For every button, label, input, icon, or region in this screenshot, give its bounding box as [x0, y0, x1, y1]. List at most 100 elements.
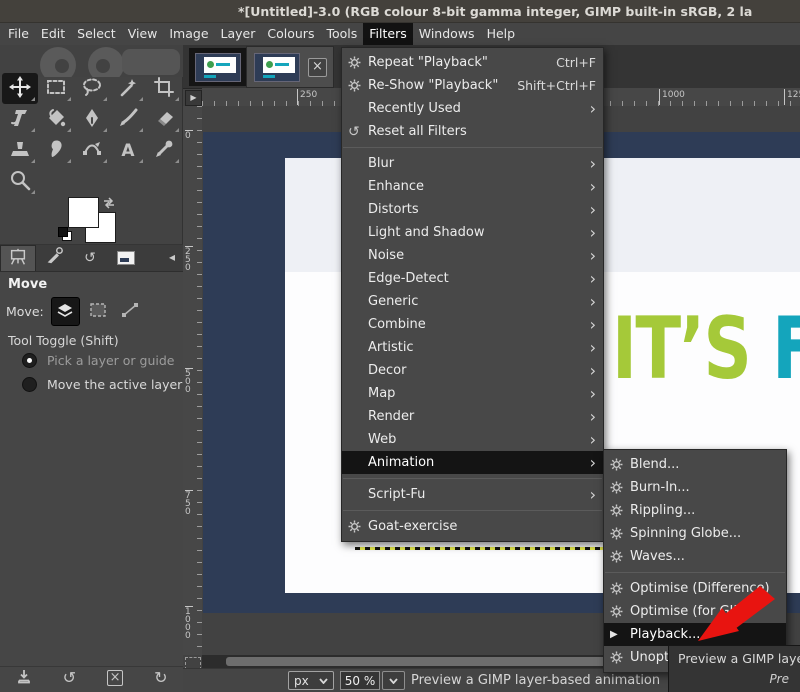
menu-select[interactable]: Select: [71, 23, 122, 45]
move-layer-button[interactable]: [51, 297, 80, 326]
menu-item-script-fu[interactable]: Script-Fu›: [342, 483, 603, 506]
tool-eraser-button[interactable]: [146, 104, 182, 135]
zoom-level-field[interactable]: 50 %: [340, 671, 380, 690]
tab-image-thumbnail[interactable]: [108, 245, 144, 271]
submenu-item-playback[interactable]: ▶ Playback...: [604, 623, 786, 646]
move-path-button[interactable]: [117, 298, 144, 325]
menu-item-reshow[interactable]: Re-Show "Playback" Shift+Ctrl+F: [342, 74, 603, 97]
menu-item-artistic[interactable]: Artistic›: [342, 336, 603, 359]
menu-item-combine[interactable]: Combine›: [342, 313, 603, 336]
move-selection-button[interactable]: [85, 298, 112, 325]
tool-shear-button[interactable]: [2, 104, 38, 135]
menu-item-noise[interactable]: Noise›: [342, 244, 603, 267]
submenu-item-optimise-gif[interactable]: Optimise (for GIF): [604, 600, 786, 623]
image-tab-1[interactable]: [189, 48, 246, 86]
paths-icon: [81, 138, 103, 164]
tool-fuzzy-select-button[interactable]: [110, 73, 146, 104]
submenu-item-optimise-difference[interactable]: Optimise (Difference): [604, 577, 786, 600]
menu-item-repeat[interactable]: Repeat "Playback" Ctrl+F: [342, 51, 603, 74]
tab-tool-options[interactable]: [0, 245, 36, 271]
radio-unselected-icon: [22, 377, 37, 392]
tool-move-button[interactable]: [2, 73, 38, 104]
menu-help[interactable]: Help: [481, 23, 522, 45]
menu-colours[interactable]: Colours: [261, 23, 320, 45]
delete-preset-icon[interactable]: ×: [107, 670, 123, 686]
restore-preset-icon[interactable]: ↺: [63, 669, 76, 687]
foreground-color-swatch[interactable]: [68, 197, 99, 228]
tool-paths-button[interactable]: [74, 135, 110, 166]
menu-file[interactable]: File: [2, 23, 35, 45]
submenu-arrow-icon: ›: [590, 410, 596, 424]
default-colors-icon[interactable]: [58, 227, 72, 241]
menu-tools[interactable]: Tools: [320, 23, 363, 45]
tool-bucket-fill-button[interactable]: [38, 104, 74, 135]
move-icon: [9, 76, 31, 102]
dock-tabs: ↺ ◂: [0, 245, 183, 272]
menu-layer[interactable]: Layer: [215, 23, 262, 45]
menu-item-generic[interactable]: Generic›: [342, 290, 603, 313]
window-titlebar: *[Untitled]-3.0 (RGB colour 8-bit gamma …: [0, 0, 800, 23]
submenu-arrow-icon: ›: [590, 226, 596, 240]
menu-edit[interactable]: Edit: [35, 23, 71, 45]
shear-icon: [9, 107, 31, 133]
menu-item-web[interactable]: Web›: [342, 428, 603, 451]
submenu-item-burn-in[interactable]: Burn-In...: [604, 476, 786, 499]
swap-colors-icon[interactable]: [102, 195, 116, 214]
text-icon: A: [121, 141, 134, 161]
image-menu-corner-button[interactable]: ▶: [185, 90, 202, 106]
gear-icon: [348, 56, 365, 69]
tool-free-select-button[interactable]: [74, 73, 110, 104]
menu-item-blur[interactable]: Blur›: [342, 152, 603, 175]
menu-item-map[interactable]: Map›: [342, 382, 603, 405]
tool-crop-button[interactable]: [146, 73, 182, 104]
collapse-dock-icon[interactable]: ◂: [165, 249, 179, 265]
tool-ink-button[interactable]: [74, 104, 110, 135]
vertical-ruler[interactable]: 0 250 500 750 1000: [183, 106, 203, 655]
tool-clone-button[interactable]: [2, 135, 38, 166]
submenu-item-waves[interactable]: Waves...: [604, 545, 786, 568]
radio-pick-layer[interactable]: Pick a layer or guide: [22, 353, 175, 368]
ink-icon: [81, 107, 103, 133]
menubar: File Edit Select View Image Layer Colour…: [0, 23, 800, 46]
zoom-select-button[interactable]: [382, 671, 405, 690]
menu-item-distorts[interactable]: Distorts›: [342, 198, 603, 221]
menu-windows[interactable]: Windows: [413, 23, 481, 45]
bucket-fill-icon: [45, 107, 67, 133]
filters-menu: Repeat "Playback" Ctrl+F Re-Show "Playba…: [341, 47, 604, 542]
reset-tool-icon[interactable]: ↻: [154, 669, 167, 687]
v-ruler-label: 500: [185, 368, 193, 394]
tool-color-picker-button[interactable]: [146, 135, 182, 166]
tool-options-dock: ↺ ◂ Move Move: Tool Toggle (Shift) Pick …: [0, 244, 183, 692]
close-tab-icon[interactable]: ×: [308, 58, 327, 77]
color-swatches: [58, 195, 128, 251]
menu-image[interactable]: Image: [163, 23, 214, 45]
menu-item-reset-all-filters[interactable]: ↺ Reset all Filters: [342, 120, 603, 143]
radio-move-active-layer[interactable]: Move the active layer: [22, 377, 182, 392]
submenu-item-spinning-globe[interactable]: Spinning Globe...: [604, 522, 786, 545]
tool-paintbrush-button[interactable]: [110, 104, 146, 135]
radio-pick-layer-label: Pick a layer or guide: [47, 353, 175, 368]
menu-item-enhance[interactable]: Enhance›: [342, 175, 603, 198]
unit-select[interactable]: px: [288, 671, 334, 690]
menu-item-light-and-shadow[interactable]: Light and Shadow›: [342, 221, 603, 244]
menu-item-goat-exercise[interactable]: Goat-exercise: [342, 515, 603, 538]
menu-filters[interactable]: Filters: [363, 23, 412, 45]
rectangle-select-icon: [45, 76, 67, 102]
tool-smudge-button[interactable]: [38, 135, 74, 166]
tab-device-status[interactable]: [36, 245, 72, 271]
menu-item-recently-used[interactable]: Recently Used ›: [342, 97, 603, 120]
submenu-item-rippling[interactable]: Rippling...: [604, 499, 786, 522]
menu-view[interactable]: View: [122, 23, 164, 45]
tab-undo-history[interactable]: ↺: [72, 245, 108, 271]
tool-zoom-button[interactable]: [2, 166, 38, 197]
submenu-item-blend[interactable]: Blend...: [604, 453, 786, 476]
menu-item-animation[interactable]: Animation›: [342, 451, 603, 474]
submenu-arrow-icon: ›: [590, 318, 596, 332]
save-preset-icon[interactable]: [16, 668, 32, 688]
tool-text-button[interactable]: A: [110, 135, 146, 166]
menu-item-decor[interactable]: Decor›: [342, 359, 603, 382]
image-tab-2[interactable]: ×: [246, 46, 334, 88]
menu-item-edge-detect[interactable]: Edge-Detect›: [342, 267, 603, 290]
tool-rectangle-select-button[interactable]: [38, 73, 74, 104]
menu-item-render[interactable]: Render›: [342, 405, 603, 428]
